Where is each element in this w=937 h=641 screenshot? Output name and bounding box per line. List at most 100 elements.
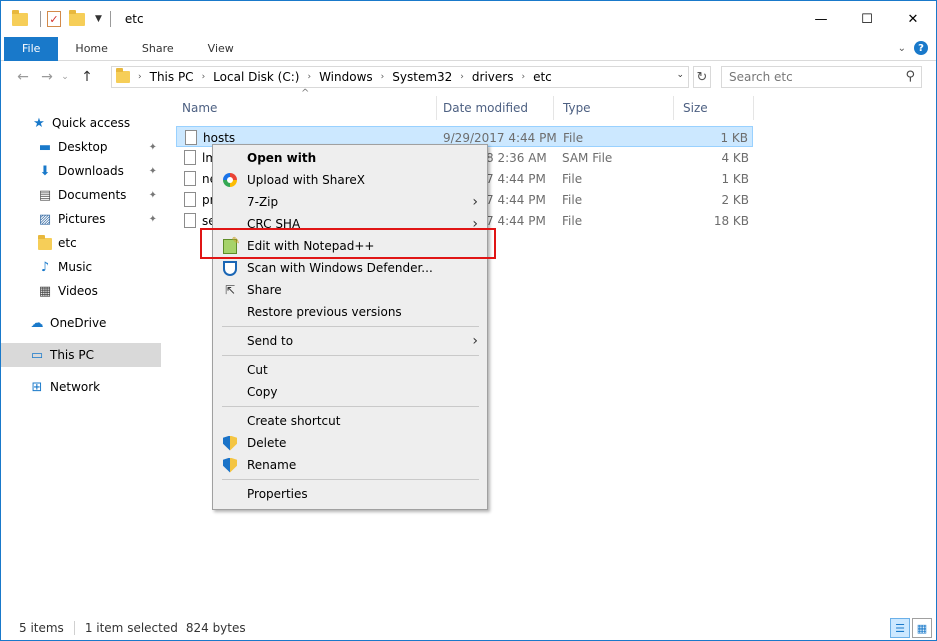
chevron-right-icon[interactable]: ›	[202, 72, 206, 82]
pin-icon[interactable]: ✦	[149, 190, 157, 201]
sidebar-item-quick-access[interactable]: ★ Quick access	[1, 111, 161, 135]
breadcrumb-windows[interactable]: Windows	[319, 70, 373, 84]
menu-item-copy[interactable]: Copy	[213, 381, 487, 403]
tab-home[interactable]: Home	[58, 37, 124, 61]
uac-shield-icon	[222, 457, 238, 473]
menu-separator	[222, 326, 479, 327]
sidebar-item-etc[interactable]: etc	[1, 231, 161, 255]
pin-icon[interactable]: ✦	[149, 214, 157, 225]
help-icon[interactable]: ?	[914, 41, 928, 55]
pin-icon[interactable]: ✦	[149, 142, 157, 153]
forward-button[interactable]: →	[37, 69, 57, 85]
maximize-button[interactable]: ☐	[844, 1, 890, 37]
sidebar-item-label: Documents	[58, 188, 127, 202]
menu-item-send-to[interactable]: Send to ›	[213, 330, 487, 352]
breadcrumb: › This PC › Local Disk (C:) › Windows › …	[138, 70, 552, 84]
submenu-arrow-icon: ›	[472, 194, 478, 210]
customize-toolbar-icon[interactable]: ▼	[95, 14, 102, 24]
address-bar[interactable]: › This PC › Local Disk (C:) › Windows › …	[111, 66, 689, 88]
column-header-date[interactable]: Date modified	[434, 96, 554, 120]
navigation-bar: ← → ⌄ ↑ › This PC › Local Disk (C:) › Wi…	[1, 62, 936, 92]
menu-separator	[222, 479, 479, 480]
up-button[interactable]: ↑	[77, 69, 97, 85]
sidebar-item-network[interactable]: ⊞ Network	[1, 375, 161, 399]
sidebar-item-label: Desktop	[58, 140, 108, 154]
new-folder-icon[interactable]	[69, 10, 85, 27]
menu-item-properties[interactable]: Properties	[213, 483, 487, 505]
address-dropdown-icon[interactable]: ⌄	[676, 70, 684, 80]
back-button[interactable]: ←	[13, 69, 33, 85]
sidebar-item-label: Network	[50, 380, 101, 394]
sidebar-item-label: This PC	[50, 348, 94, 362]
large-icons-view-button[interactable]: ▦	[912, 618, 932, 638]
menu-item-rename[interactable]: Rename	[213, 454, 487, 476]
tab-share[interactable]: Share	[125, 37, 191, 61]
file-type: File	[562, 192, 583, 207]
file-name: hosts	[203, 130, 236, 145]
sidebar-item-videos[interactable]: ▦ Videos	[1, 279, 161, 303]
menu-item-cut[interactable]: Cut	[213, 359, 487, 381]
window-title: etc	[124, 12, 144, 26]
close-button[interactable]: ✕	[890, 1, 936, 37]
menu-item-scan-defender[interactable]: Scan with Windows Defender...	[213, 257, 487, 279]
file-size: 4 KB	[721, 150, 749, 165]
file-type: File	[562, 171, 583, 186]
breadcrumb-system32[interactable]: System32	[392, 70, 452, 84]
tab-file[interactable]: File	[4, 36, 59, 61]
properties-icon[interactable]: ✓	[47, 11, 63, 27]
menu-item-label: Restore previous versions	[247, 305, 402, 319]
column-header-type[interactable]: Type	[554, 96, 674, 120]
breadcrumb-this-pc[interactable]: This PC	[150, 70, 194, 84]
file-date: 7 4:44 PM	[486, 192, 546, 207]
chevron-right-icon[interactable]: ›	[381, 72, 385, 82]
chevron-right-icon[interactable]: ›	[307, 72, 311, 82]
sharex-icon	[222, 172, 238, 188]
file-icon	[185, 130, 197, 145]
column-header-name[interactable]: Name	[173, 96, 437, 120]
folder-icon[interactable]	[12, 10, 28, 27]
menu-item-upload-sharex[interactable]: Upload with ShareX	[213, 169, 487, 191]
chevron-right-icon[interactable]: ›	[460, 72, 464, 82]
file-type: File	[562, 213, 583, 228]
menu-item-restore-versions[interactable]: Restore previous versions	[213, 301, 487, 323]
selection-size: 824 bytes	[185, 621, 246, 635]
search-icon[interactable]: ⚲	[905, 69, 915, 84]
menu-item-open-with[interactable]: Open with	[213, 147, 487, 169]
menu-item-create-shortcut[interactable]: Create shortcut	[213, 410, 487, 432]
menu-item-label: Upload with ShareX	[247, 173, 365, 187]
sidebar-item-downloads[interactable]: ⬇ Downloads ✦	[1, 159, 161, 183]
search-input[interactable]: Search etc ⚲	[721, 66, 922, 88]
computer-icon: ▭	[30, 347, 44, 363]
column-header-size[interactable]: Size	[674, 96, 754, 120]
sidebar-item-desktop[interactable]: ▬ Desktop ✦	[1, 135, 161, 159]
sidebar-item-pictures[interactable]: ▨ Pictures ✦	[1, 207, 161, 231]
pin-icon[interactable]: ✦	[149, 166, 157, 177]
sidebar-item-label: OneDrive	[50, 316, 107, 330]
chevron-right-icon[interactable]: ›	[138, 72, 142, 82]
documents-icon: ▤	[38, 187, 52, 203]
menu-item-7zip[interactable]: 7-Zip ›	[213, 191, 487, 213]
menu-item-delete[interactable]: Delete	[213, 432, 487, 454]
menu-item-share[interactable]: ⇱ Share	[213, 279, 487, 301]
sidebar-item-this-pc[interactable]: ▭ This PC	[1, 343, 161, 367]
sidebar-item-music[interactable]: ♪ Music	[1, 255, 161, 279]
file-icon	[184, 213, 196, 228]
breadcrumb-drivers[interactable]: drivers	[472, 70, 514, 84]
quick-access-toolbar: ✓ ▼	[12, 10, 117, 27]
details-view-button[interactable]: ☰	[890, 618, 910, 638]
status-divider	[73, 621, 75, 635]
menu-item-label: Send to	[247, 334, 294, 348]
folder-icon	[116, 68, 130, 83]
search-placeholder: Search etc	[729, 70, 793, 84]
breadcrumb-etc[interactable]: etc	[533, 70, 552, 84]
chevron-right-icon[interactable]: ›	[521, 72, 525, 82]
refresh-button[interactable]: ↻	[693, 66, 711, 88]
selection-count: 1 item selected	[84, 621, 178, 635]
sidebar-item-onedrive[interactable]: ☁ OneDrive	[1, 311, 161, 335]
recent-locations-button[interactable]: ⌄	[59, 72, 71, 82]
expand-ribbon-icon[interactable]: ⌄	[898, 43, 906, 54]
sidebar-item-documents[interactable]: ▤ Documents ✦	[1, 183, 161, 207]
tab-view[interactable]: View	[191, 37, 251, 61]
breadcrumb-local-disk[interactable]: Local Disk (C:)	[213, 70, 299, 84]
minimize-button[interactable]: —	[798, 1, 844, 37]
